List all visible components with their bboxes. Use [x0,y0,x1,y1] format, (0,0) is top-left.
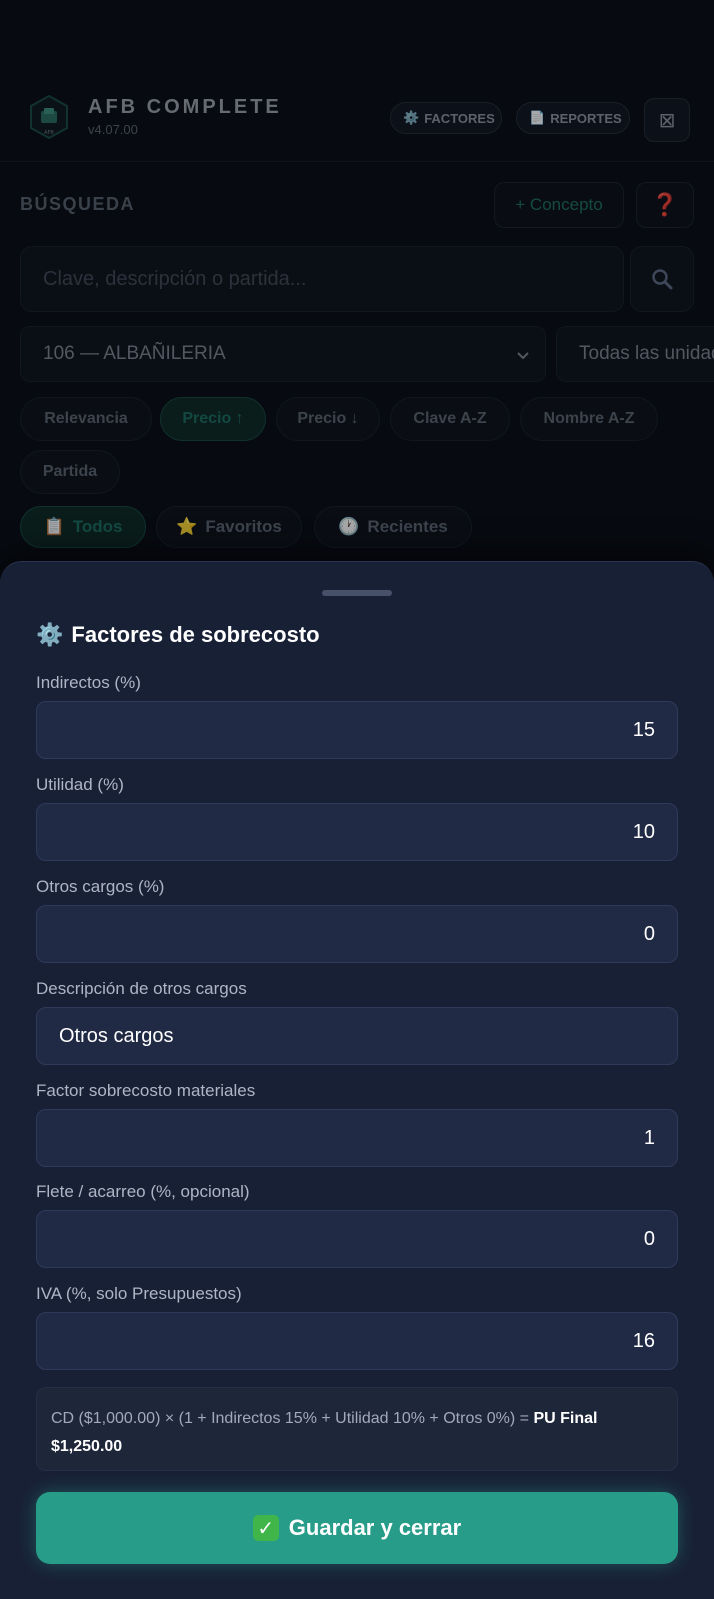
sheet-title-text: Factores de sobrecosto [71,622,320,647]
save-and-close-button[interactable]: ✓ Guardar y cerrar [36,1492,678,1564]
factor-materiales-field[interactable]: 1 [36,1109,678,1167]
otros-cargos-desc-label: Descripción de otros cargos [36,979,247,998]
save-and-close-label: Guardar y cerrar [288,1515,462,1540]
iva-label: IVA (%, solo Presupuestos) [36,1284,242,1303]
utilidad-label: Utilidad (%) [36,775,124,794]
gear-icon: ⚙️ [36,622,64,647]
factor-materiales-label: Factor sobrecosto materiales [36,1081,256,1100]
check-icon: ✓ [252,1515,279,1541]
flete-field[interactable]: 0 [36,1210,678,1268]
iva-field[interactable]: 16 [36,1312,678,1370]
factors-bottom-sheet: ⚙️ Factores de sobrecosto Indirectos (%)… [0,561,714,1599]
otros-cargos-label: Otros cargos (%) [36,877,165,896]
price-summary: CD ($1,000.00) × (1 + Indirectos 15% + U… [36,1387,678,1471]
otros-cargos-desc-field[interactable]: Otros cargos [36,1007,678,1065]
utilidad-field[interactable]: 10 [36,803,678,861]
sheet-title: ⚙️ Factores de sobrecosto [36,622,320,648]
indirectos-field[interactable]: 15 [36,701,678,759]
summary-formula: CD ($1,000.00) × (1 + Indirectos 15% + U… [51,1410,534,1427]
indirectos-label: Indirectos (%) [36,673,141,692]
flete-label: Flete / acarreo (%, opcional) [36,1182,250,1201]
otros-cargos-field[interactable]: 0 [36,905,678,963]
app-root: AFB AFB COMPLETE v4.07.00 ⚙️ FACTORES 📄 … [0,0,714,1599]
sheet-drag-handle[interactable] [322,590,392,596]
